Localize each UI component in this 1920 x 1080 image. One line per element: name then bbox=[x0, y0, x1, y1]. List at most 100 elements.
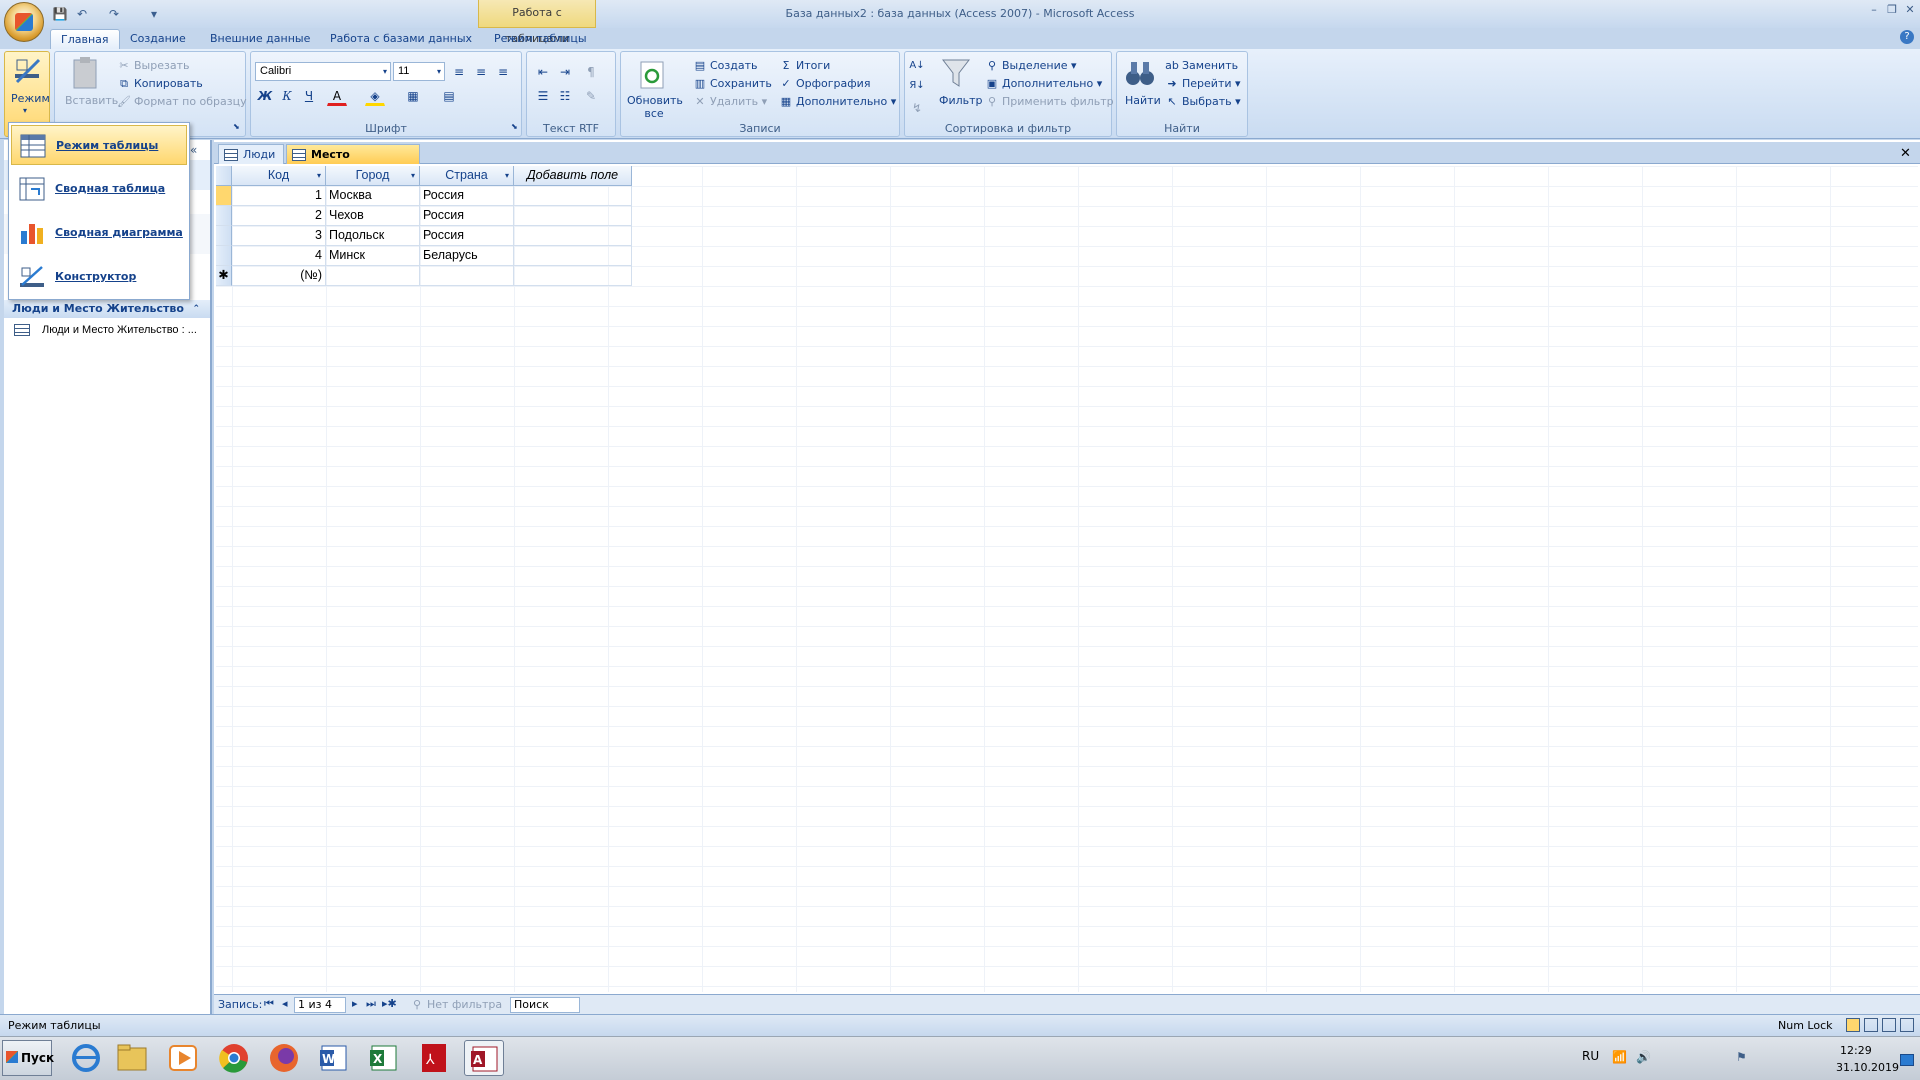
sort-ascending-icon[interactable]: A↓ bbox=[907, 56, 927, 76]
goto-button[interactable]: ➜ Перейти ▾ bbox=[1165, 77, 1240, 91]
font-color-button[interactable]: A bbox=[327, 86, 347, 106]
network-icon[interactable]: 📶 bbox=[1612, 1050, 1627, 1064]
table-cell-country[interactable]: Беларусь bbox=[420, 246, 514, 266]
menu-item-pivot-chart[interactable]: Сводная диаграмма bbox=[11, 213, 187, 253]
menu-item-pivot-table[interactable]: Сводная таблица bbox=[11, 169, 187, 209]
refresh-button[interactable]: Обновить все bbox=[627, 94, 683, 120]
new-row-selector[interactable]: ✱ bbox=[216, 266, 232, 286]
selection-button[interactable]: ⚲ Выделение ▾ bbox=[985, 59, 1077, 73]
replace-button[interactable]: ab Заменить bbox=[1165, 59, 1238, 73]
row-selector[interactable] bbox=[216, 226, 232, 246]
italic-button[interactable]: К bbox=[277, 86, 297, 106]
datasheet-view-icon[interactable] bbox=[1846, 1018, 1860, 1032]
row-selector[interactable] bbox=[216, 186, 232, 206]
first-record-icon[interactable]: ⏮ bbox=[264, 997, 274, 1011]
indent-increase-icon[interactable]: ⇥ bbox=[555, 62, 575, 82]
doc-tab-residence[interactable]: Место жительства bbox=[286, 144, 420, 181]
close-icon[interactable]: ✕ bbox=[1902, 3, 1918, 17]
clipboard-launcher-icon[interactable]: ⬊ bbox=[233, 122, 240, 131]
new-row-cell[interactable] bbox=[326, 266, 420, 286]
search-input[interactable]: Поиск bbox=[510, 997, 580, 1013]
tab-datasheet[interactable]: Режим таблицы bbox=[484, 29, 597, 49]
nav-group-header[interactable]: Люди и Место Жительство ⌃ bbox=[4, 300, 210, 318]
fill-color-icon[interactable]: ◈ bbox=[365, 86, 385, 106]
table-cell-city[interactable]: Москва bbox=[326, 186, 420, 206]
alternate-fill-icon[interactable]: ▤ bbox=[439, 86, 459, 106]
menu-item-design[interactable]: Конструктор bbox=[11, 257, 187, 297]
access-icon[interactable]: A bbox=[464, 1040, 504, 1076]
align-center-icon[interactable]: ≡ bbox=[471, 62, 491, 82]
doc-tab-people[interactable]: Люди bbox=[218, 144, 284, 164]
word-icon[interactable]: W bbox=[314, 1040, 354, 1076]
table-cell-empty[interactable] bbox=[514, 246, 632, 266]
internet-explorer-icon[interactable] bbox=[66, 1040, 106, 1076]
menu-item-datasheet[interactable]: Режим таблицы bbox=[11, 125, 187, 165]
align-left-icon[interactable]: ≡ bbox=[449, 62, 469, 82]
spelling-button[interactable]: ✓ Орфография bbox=[779, 77, 870, 91]
clear-sort-icon[interactable]: ↯ bbox=[907, 98, 927, 118]
flag-icon[interactable]: ⚑ bbox=[1736, 1050, 1750, 1064]
delete-record-button[interactable]: ✕ Удалить ▾ bbox=[693, 95, 767, 109]
design-view-icon[interactable] bbox=[1900, 1018, 1914, 1032]
highlight-icon[interactable]: ✎ bbox=[581, 86, 601, 106]
column-header-id[interactable]: Код ▾ bbox=[232, 166, 326, 186]
table-cell-empty[interactable] bbox=[514, 226, 632, 246]
collapse-pane-icon[interactable]: « bbox=[190, 143, 204, 157]
font-name-combo[interactable]: Calibri ▾ bbox=[255, 62, 391, 81]
table-cell-empty[interactable] bbox=[514, 206, 632, 226]
totals-button[interactable]: Σ Итоги bbox=[779, 59, 831, 73]
table-cell-id[interactable]: 1 bbox=[232, 186, 326, 206]
minimize-icon[interactable]: – bbox=[1866, 3, 1882, 17]
start-button[interactable]: Пуск bbox=[2, 1040, 54, 1076]
help-icon[interactable]: ? bbox=[1900, 30, 1914, 44]
tab-home[interactable]: Главная bbox=[50, 29, 120, 49]
paragraph-icon[interactable]: ¶ bbox=[581, 62, 601, 82]
no-filter-button[interactable]: ⚲ Нет фильтра bbox=[410, 998, 502, 1012]
tab-create[interactable]: Создание bbox=[120, 29, 196, 49]
table-cell-city[interactable]: Чехов bbox=[326, 206, 420, 226]
gridlines-icon[interactable]: ▦ bbox=[403, 86, 423, 106]
table-cell-id[interactable]: 3 bbox=[232, 226, 326, 246]
last-record-icon[interactable]: ⏭ bbox=[366, 997, 376, 1011]
row-selector[interactable] bbox=[216, 206, 232, 226]
new-record-nav-icon[interactable]: ▸✱ bbox=[382, 997, 397, 1010]
numbered-list-icon[interactable]: ☰ bbox=[533, 86, 553, 106]
chrome-icon[interactable] bbox=[214, 1040, 254, 1076]
bullet-list-icon[interactable]: ☷ bbox=[555, 86, 575, 106]
close-document-icon[interactable]: ✕ bbox=[1900, 146, 1914, 161]
tab-database-tools[interactable]: Работа с базами данных bbox=[320, 29, 482, 49]
table-cell-id[interactable]: 2 bbox=[232, 206, 326, 226]
new-row-cell[interactable] bbox=[420, 266, 514, 286]
row-selector[interactable] bbox=[216, 246, 232, 266]
new-row-cell[interactable] bbox=[514, 266, 632, 286]
new-record-button[interactable]: ▤ Создать bbox=[693, 59, 758, 73]
volume-icon[interactable]: 🔊 bbox=[1636, 1050, 1651, 1064]
media-player-icon[interactable] bbox=[164, 1040, 204, 1076]
copy-button[interactable]: ⧉ Копировать bbox=[117, 77, 203, 91]
office-button[interactable] bbox=[4, 2, 44, 42]
filter-button[interactable]: Фильтр bbox=[939, 94, 983, 107]
column-header-city[interactable]: Город ▾ bbox=[326, 166, 420, 186]
table-cell-city[interactable]: Минск bbox=[326, 246, 420, 266]
table-cell-country[interactable]: Россия bbox=[420, 206, 514, 226]
restore-icon[interactable]: ❐ bbox=[1884, 3, 1900, 17]
toggle-filter-button[interactable]: ⚲ Применить фильтр bbox=[985, 95, 1114, 109]
table-cell-id[interactable]: 4 bbox=[232, 246, 326, 266]
select-button[interactable]: ↖ Выбрать ▾ bbox=[1165, 95, 1240, 109]
advanced-filter-button[interactable]: ▣ Дополнительно ▾ bbox=[985, 77, 1102, 91]
previous-record-icon[interactable]: ◂ bbox=[282, 997, 288, 1010]
acrobat-icon[interactable]: ⅄ bbox=[414, 1040, 454, 1076]
paste-button[interactable]: Вставить bbox=[65, 94, 118, 107]
bold-button[interactable]: Ж bbox=[255, 86, 275, 106]
column-header-country[interactable]: Страна ▾ bbox=[420, 166, 514, 186]
next-record-icon[interactable]: ▸ bbox=[352, 997, 358, 1010]
clock-date[interactable]: 31.10.2019 bbox=[1836, 1061, 1899, 1074]
table-cell-country[interactable]: Россия bbox=[420, 226, 514, 246]
indent-decrease-icon[interactable]: ⇤ bbox=[533, 62, 553, 82]
table-cell-country[interactable]: Россия bbox=[420, 186, 514, 206]
cut-button[interactable]: ✂ Вырезать bbox=[117, 59, 189, 73]
font-size-combo[interactable]: 11 ▾ bbox=[393, 62, 445, 81]
more-records-button[interactable]: ▦ Дополнительно ▾ bbox=[779, 95, 896, 109]
explorer-icon[interactable] bbox=[112, 1040, 152, 1076]
format-painter-button[interactable]: 🖌 Формат по образцу bbox=[117, 95, 247, 109]
